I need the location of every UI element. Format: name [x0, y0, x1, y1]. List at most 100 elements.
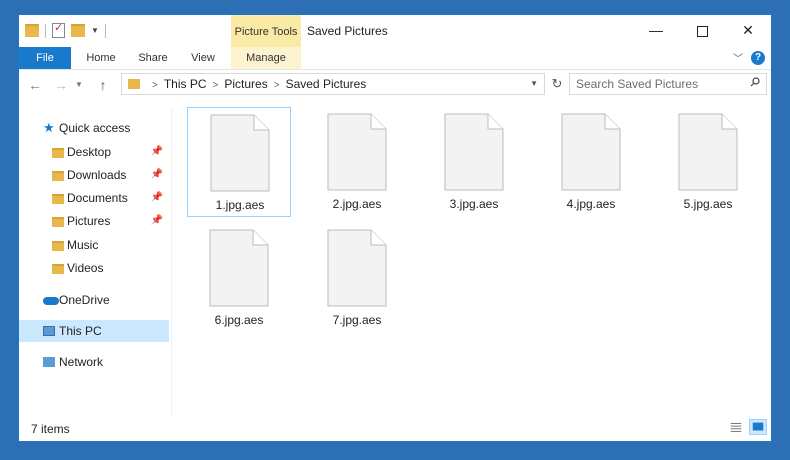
file-item[interactable]: 5.jpg.aes	[656, 107, 760, 217]
title-bar: ▼ Picture Tools Saved Pictures — ✕	[19, 15, 771, 47]
pin-icon[interactable]: 📌	[151, 187, 163, 209]
sidebar-item-network[interactable]: Network	[19, 351, 169, 373]
document-icon	[210, 114, 270, 192]
close-button[interactable]: ✕	[725, 15, 771, 45]
pictures-folder-icon	[52, 217, 64, 227]
ribbon-controls: ﹀ ?	[733, 50, 765, 65]
large-icons-view-icon[interactable]	[749, 419, 767, 435]
sidebar-item-onedrive[interactable]: OneDrive	[19, 289, 169, 311]
file-item[interactable]: 7.jpg.aes	[305, 223, 409, 333]
sidebar-item-label: Quick access	[59, 121, 131, 135]
file-list: 1.jpg.aes 2.jpg.aes 3.jpg.aes 4.jpg.aes …	[187, 107, 767, 407]
forward-button[interactable]: →	[51, 75, 71, 95]
maximize-icon	[696, 25, 708, 37]
chevron-right-icon[interactable]: >	[274, 80, 280, 91]
breadcrumb-saved-pictures[interactable]: Saved Pictures	[286, 77, 367, 91]
network-icon	[43, 357, 55, 367]
sidebar-item-quick-access[interactable]: ★ Quick access	[19, 117, 169, 139]
folder-icon	[128, 79, 140, 89]
back-button[interactable]: ←	[25, 75, 45, 95]
videos-folder-icon	[52, 264, 64, 274]
minimize-button[interactable]: —	[633, 15, 679, 45]
pane-divider	[171, 109, 172, 417]
sidebar-item-label: Videos	[67, 261, 104, 275]
pin-icon[interactable]: 📌	[151, 164, 163, 186]
file-name: 4.jpg.aes	[566, 197, 616, 211]
search-box	[569, 73, 767, 95]
sidebar-item-label: OneDrive	[59, 293, 110, 307]
tab-home[interactable]: Home	[79, 47, 123, 69]
file-name: 1.jpg.aes	[215, 198, 265, 212]
tab-view[interactable]: View	[181, 47, 225, 69]
breadcrumb: > This PC > Pictures > Saved Pictures	[146, 74, 366, 96]
sidebar-item-this-pc[interactable]: This PC	[19, 320, 169, 342]
sidebar-item-label: Documents	[67, 191, 128, 205]
breadcrumb-pictures[interactable]: Pictures	[224, 77, 267, 91]
file-item[interactable]: 6.jpg.aes	[187, 223, 291, 333]
document-icon	[561, 113, 621, 191]
search-icon[interactable]	[750, 77, 760, 87]
desktop-folder-icon	[52, 148, 64, 158]
sidebar-item-documents[interactable]: Documents 📌	[19, 187, 169, 209]
expand-ribbon-icon[interactable]: ﹀	[733, 50, 743, 65]
help-icon[interactable]: ?	[751, 50, 765, 65]
music-folder-icon	[52, 241, 64, 251]
customize-toolbar-icon[interactable]: ▼	[91, 26, 99, 35]
file-name: 6.jpg.aes	[214, 313, 264, 327]
picture-tools-group: Picture Tools	[231, 15, 301, 47]
toolbar-divider	[45, 23, 46, 38]
tab-file[interactable]: File	[19, 47, 71, 69]
details-view-icon[interactable]	[727, 419, 745, 435]
chevron-right-icon[interactable]: >	[152, 80, 158, 91]
up-button[interactable]: ↑	[93, 75, 113, 95]
sidebar-item-music[interactable]: Music	[19, 234, 169, 256]
document-icon	[209, 229, 269, 307]
sidebar-item-downloads[interactable]: Downloads 📌	[19, 164, 169, 186]
file-item[interactable]: 3.jpg.aes	[422, 107, 526, 217]
file-name: 2.jpg.aes	[332, 197, 382, 211]
address-row: ← → ▼ ↑ > This PC > Pictures > Saved Pictures…	[19, 70, 771, 100]
document-icon	[327, 113, 387, 191]
sidebar-item-label: Downloads	[67, 168, 127, 182]
file-name: 7.jpg.aes	[332, 313, 382, 327]
sidebar-item-label: This PC	[59, 324, 102, 338]
pin-icon[interactable]: 📌	[151, 210, 163, 232]
refresh-button[interactable]: ↻	[547, 73, 567, 95]
tab-manage[interactable]: Manage	[231, 47, 301, 69]
folder-icon	[25, 24, 39, 37]
properties-icon[interactable]	[52, 21, 65, 38]
documents-folder-icon	[52, 194, 64, 204]
file-name: 3.jpg.aes	[449, 197, 499, 211]
view-switcher	[727, 419, 767, 435]
sidebar-item-desktop[interactable]: Desktop 📌	[19, 141, 169, 163]
computer-icon	[43, 326, 55, 336]
sidebar-item-label: Desktop	[67, 145, 112, 159]
breadcrumb-this-pc[interactable]: This PC	[164, 77, 207, 91]
tab-share[interactable]: Share	[131, 47, 175, 69]
explorer-window: ▼ Picture Tools Saved Pictures — ✕ File …	[18, 14, 772, 442]
sidebar-item-label: Network	[59, 355, 104, 369]
star-icon: ★	[43, 120, 55, 135]
quick-access-toolbar: ▼	[25, 21, 106, 38]
chevron-down-icon[interactable]: ▼	[530, 74, 538, 94]
file-item[interactable]: 1.jpg.aes	[187, 107, 291, 217]
sidebar-item-label: Pictures	[67, 214, 111, 228]
sidebar-item-label: Music	[67, 238, 99, 252]
cloud-icon	[43, 297, 59, 305]
maximize-button[interactable]	[679, 15, 725, 45]
pin-icon[interactable]: 📌	[151, 141, 163, 163]
chevron-right-icon[interactable]: >	[213, 80, 219, 91]
downloads-folder-icon	[52, 171, 64, 181]
navigation-pane: ★ Quick access Desktop 📌 Downloads 📌 Doc…	[19, 109, 171, 417]
ribbon-tabs: File Home Share View Manage ﹀ ?	[19, 47, 771, 70]
recent-locations-icon[interactable]: ▼	[69, 75, 89, 95]
address-bar[interactable]: > This PC > Pictures > Saved Pictures ▼	[121, 73, 545, 95]
window-title: Saved Pictures	[307, 24, 388, 38]
file-item[interactable]: 4.jpg.aes	[539, 107, 643, 217]
sidebar-item-videos[interactable]: Videos	[19, 257, 169, 279]
file-name: 5.jpg.aes	[683, 197, 733, 211]
search-input[interactable]	[570, 74, 746, 94]
file-item[interactable]: 2.jpg.aes	[305, 107, 409, 217]
sidebar-item-pictures[interactable]: Pictures 📌	[19, 210, 169, 232]
new-folder-icon[interactable]	[71, 24, 85, 37]
